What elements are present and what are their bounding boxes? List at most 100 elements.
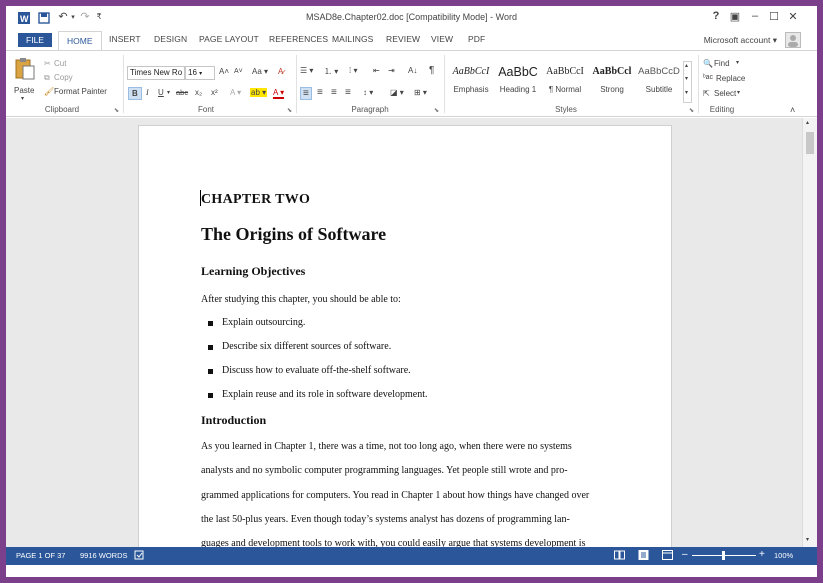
tab-mailings[interactable]: MAILINGS <box>332 34 373 44</box>
replace-icon[interactable]: ᵇac <box>703 74 713 81</box>
show-formatting-marks-icon[interactable]: ¶ <box>429 65 434 76</box>
align-left-button[interactable]: ≡ <box>300 87 312 100</box>
line-spacing-button[interactable]: ↕ ▾ <box>363 88 373 97</box>
intro-line: the last 50-plus years. Even though toda… <box>201 514 570 525</box>
style-strong[interactable]: AaBbCcl Strong <box>589 63 635 101</box>
replace-button[interactable]: Replace <box>716 74 745 83</box>
paste-button[interactable]: Paste <box>14 86 34 95</box>
binoculars-icon[interactable]: 🔍 <box>703 59 713 68</box>
paste-icon[interactable] <box>14 57 36 81</box>
italic-button[interactable]: I <box>146 88 149 97</box>
underline-dropdown-icon[interactable]: ▾ <box>167 89 170 96</box>
font-size-combo[interactable]: 16 ▾ <box>185 66 215 80</box>
paste-dropdown-icon[interactable]: ▾ <box>21 95 24 102</box>
strikethrough-button[interactable]: abc <box>176 88 188 97</box>
underline-button[interactable]: U <box>158 88 164 97</box>
font-launcher-icon[interactable]: ⬊ <box>287 107 292 114</box>
justify-button[interactable]: ≡ <box>345 87 351 98</box>
style-heading-1[interactable]: AaBbC Heading 1 <box>495 63 541 101</box>
shrink-font-icon[interactable]: A˅ <box>234 68 243 75</box>
document-page[interactable]: CHAPTER TWO The Origins of Software Lear… <box>138 125 672 547</box>
minimize-button[interactable]: – <box>748 10 762 22</box>
chevron-down-icon: ▾ <box>772 35 777 45</box>
chevron-up-icon[interactable]: ▴ <box>685 62 688 69</box>
clipboard-launcher-icon[interactable]: ⬊ <box>114 107 119 114</box>
vertical-scrollbar[interactable]: ▴ ▾ <box>802 118 817 547</box>
tab-page-layout[interactable]: PAGE LAYOUT <box>199 34 259 44</box>
text-effects-button[interactable]: A ▾ <box>230 88 241 97</box>
scrollbar-thumb[interactable] <box>806 132 814 154</box>
more-styles-icon[interactable]: ▾ <box>685 89 688 96</box>
account-menu[interactable]: Microsoft account ▾ <box>704 35 777 46</box>
tab-design[interactable]: DESIGN <box>154 34 187 44</box>
font-name-combo[interactable]: Times New Ro <box>127 66 185 80</box>
avatar[interactable] <box>785 32 801 48</box>
scroll-down-icon[interactable]: ▾ <box>806 536 809 543</box>
styles-scroll[interactable]: ▴ ▾ ▾ <box>683 61 692 103</box>
format-painter-button[interactable]: Format Painter <box>54 87 107 96</box>
close-button[interactable]: ✕ <box>786 10 800 23</box>
clear-formatting-icon[interactable]: A̷ <box>278 67 283 76</box>
style-normal[interactable]: AaBbCcI ¶ Normal <box>542 63 588 101</box>
borders-button[interactable]: ⊞ ▾ <box>414 88 427 97</box>
highlight-button[interactable]: ab ▾ <box>250 88 268 97</box>
paragraph-launcher-icon[interactable]: ⬊ <box>434 107 439 114</box>
help-icon[interactable]: ? <box>709 10 723 22</box>
tab-insert[interactable]: INSERT <box>109 34 141 44</box>
change-case-button[interactable]: Aa ▾ <box>252 67 268 76</box>
style-subtitle[interactable]: AaBbCcD Subtitle <box>636 63 682 101</box>
font-color-button[interactable]: A ▾ <box>273 88 285 99</box>
zoom-level[interactable]: 100% <box>774 551 793 560</box>
tab-file[interactable]: FILE <box>18 33 52 47</box>
brush-icon[interactable]: 🖌 <box>44 87 54 96</box>
select-button[interactable]: Select <box>714 89 736 98</box>
zoom-slider-thumb[interactable] <box>722 551 725 560</box>
maximize-button[interactable]: ☐ <box>767 10 781 23</box>
ribbon-display-icon[interactable]: ▣ <box>728 10 742 23</box>
tab-pdf[interactable]: PDF <box>468 34 485 44</box>
sort-icon[interactable]: A↓ <box>408 66 417 75</box>
subscript-button[interactable]: x₂ <box>195 88 202 97</box>
tab-review[interactable]: REVIEW <box>386 34 420 44</box>
center-button[interactable]: ≡ <box>317 87 323 98</box>
group-divider <box>444 55 445 113</box>
web-layout-icon[interactable] <box>662 550 673 562</box>
copy-icon[interactable]: ⧉ <box>44 73 50 83</box>
find-dropdown-icon[interactable]: ▾ <box>736 59 739 66</box>
print-layout-icon[interactable] <box>638 550 649 562</box>
chevron-down-icon[interactable]: ▾ <box>685 75 688 82</box>
bold-button[interactable]: B <box>128 87 142 100</box>
align-right-button[interactable]: ≡ <box>331 87 337 98</box>
multilevel-list-button[interactable]: ⁞ ▾ <box>349 66 357 75</box>
document-area[interactable]: CHAPTER TWO The Origins of Software Lear… <box>6 118 802 547</box>
window-bottom-border <box>6 565 817 577</box>
scroll-up-icon[interactable]: ▴ <box>806 119 809 126</box>
tab-view[interactable]: VIEW <box>431 34 453 44</box>
style-emphasis[interactable]: AaBbCcI Emphasis <box>448 63 494 101</box>
collapse-ribbon-icon[interactable]: ˄ <box>790 105 795 115</box>
decrease-indent-icon[interactable]: ⇤ <box>373 66 380 75</box>
read-mode-icon[interactable] <box>614 550 625 562</box>
tab-home[interactable]: HOME <box>58 31 102 51</box>
select-dropdown-icon[interactable]: ▾ <box>737 89 740 96</box>
bullets-button[interactable]: ☰ ▾ <box>300 66 313 75</box>
numbering-button[interactable]: ⒈ ▾ <box>324 66 338 77</box>
styles-launcher-icon[interactable]: ⬊ <box>689 107 694 114</box>
increase-indent-icon[interactable]: ⇥ <box>388 66 395 75</box>
superscript-button[interactable]: x² <box>211 88 218 97</box>
cut-button[interactable]: Cut <box>54 59 66 68</box>
scissors-icon[interactable]: ✂ <box>44 59 51 68</box>
shading-button[interactable]: ◪ ▾ <box>390 88 404 97</box>
zoom-out-button[interactable]: – <box>682 549 688 560</box>
find-button[interactable]: Find <box>714 59 730 68</box>
page-count[interactable]: PAGE 1 OF 37 <box>16 551 65 560</box>
copy-button[interactable]: Copy <box>54 73 73 82</box>
zoom-in-button[interactable]: + <box>759 549 765 560</box>
tab-references[interactable]: REFERENCES <box>269 34 328 44</box>
font-size-dropdown-icon[interactable]: ▾ <box>199 71 202 77</box>
proofing-icon[interactable] <box>134 550 144 562</box>
grow-font-icon[interactable]: A˄ <box>219 67 229 76</box>
word-count[interactable]: 9916 WORDS <box>80 551 128 560</box>
objective-item: Explain outsourcing. <box>222 317 306 328</box>
select-icon[interactable]: ⇱ <box>703 89 710 98</box>
